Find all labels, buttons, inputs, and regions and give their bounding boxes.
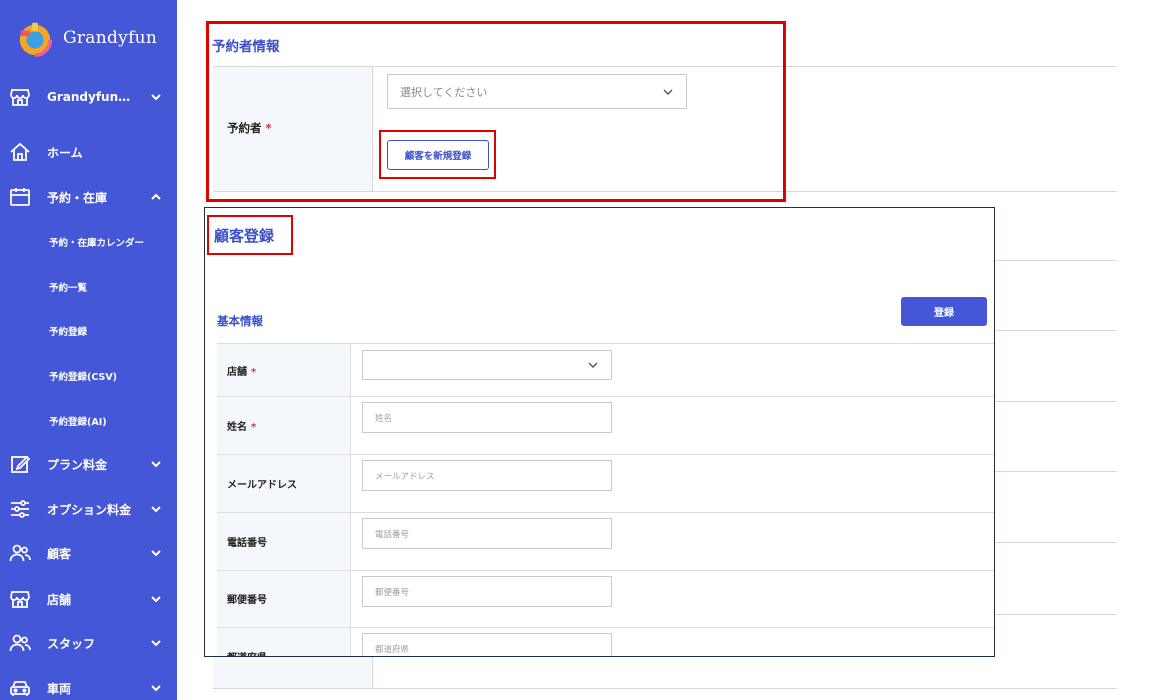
users-icon: [9, 632, 31, 654]
divider: [995, 330, 1117, 331]
sidebar-item-label: 店舗: [47, 592, 72, 607]
email-field-label: メールアドレス: [227, 480, 297, 491]
divider: [350, 344, 351, 656]
sidebar-item-label: オプション料金: [47, 502, 132, 517]
phone-field-label: 電話番号: [227, 538, 267, 549]
brand[interactable]: Grandyfun: [16, 18, 157, 58]
chevron-down-icon: [588, 362, 598, 368]
basic-info-title: 基本情報: [217, 314, 263, 328]
chevron-down-icon: [151, 596, 161, 603]
phone-input[interactable]: 電話番号: [362, 518, 612, 549]
customer-register-modal: 顧客登録 基本情報 登録 店舗 * 姓名 * 姓名 メールアドレス メールアドレス …: [204, 207, 995, 657]
sidebar-subitem-reservation-list[interactable]: 予約一覧: [49, 280, 87, 294]
sidebar-item-label: 車両: [47, 681, 72, 696]
sidebar-item-label: 顧客: [47, 546, 72, 561]
sliders-icon: [9, 498, 31, 520]
email-input[interactable]: メールアドレス: [362, 460, 612, 491]
divider: [217, 396, 994, 397]
chevron-down-icon: [151, 94, 161, 101]
divider: [995, 401, 1117, 402]
calendar-icon: [9, 186, 31, 208]
chevron-down-icon: [151, 461, 161, 468]
prefecture-input[interactable]: 都道府県: [362, 633, 612, 656]
store-icon: [9, 588, 31, 610]
field-label-text: 店舗: [227, 367, 247, 378]
name-placeholder: 姓名: [375, 414, 393, 424]
email-placeholder: メールアドレス: [375, 472, 435, 482]
divider: [217, 454, 994, 455]
divider: [995, 542, 1117, 543]
highlight-box: [207, 215, 293, 255]
sidebar-item-label: 予約・在庫: [47, 190, 108, 205]
divider: [213, 688, 1117, 689]
sidebar-item-label: Grandyfun…: [47, 90, 131, 104]
field-label-text: 姓名: [227, 422, 247, 433]
edit-icon: [9, 453, 31, 475]
sidebar-item-customers[interactable]: 顧客: [0, 538, 177, 568]
store-select[interactable]: [362, 350, 612, 380]
sidebar-item-option-price[interactable]: オプション料金: [0, 494, 177, 524]
register-button[interactable]: 登録: [901, 297, 987, 326]
divider: [217, 512, 994, 513]
brand-name: Grandyfun: [63, 28, 158, 48]
phone-placeholder: 電話番号: [375, 530, 410, 540]
required-mark: *: [251, 367, 257, 378]
required-mark: *: [251, 422, 257, 433]
label-cell: [213, 657, 372, 688]
home-icon: [9, 141, 31, 163]
postal-code-placeholder: 郵便番号: [375, 588, 410, 598]
sidebar-subitem-reservation-register-csv[interactable]: 予約登録(CSV): [49, 369, 117, 383]
chevron-down-icon: [151, 640, 161, 647]
sidebar-item-stores[interactable]: 店舗: [0, 584, 177, 614]
divider: [217, 627, 994, 628]
sidebar-item-label: スタッフ: [47, 636, 96, 651]
divider: [372, 657, 373, 688]
sidebar-item-staff[interactable]: スタッフ: [0, 628, 177, 658]
divider: [995, 614, 1117, 615]
sidebar-subitem-reservation-register[interactable]: 予約登録: [49, 324, 87, 338]
divider: [995, 260, 1117, 261]
store-icon: [9, 86, 31, 108]
sidebar-item-label: ホーム: [47, 145, 83, 160]
sidebar-subitem-reservation-register-ai[interactable]: 予約登録(AI): [49, 414, 107, 428]
sidebar-subitem-calendar[interactable]: 予約・在庫カレンダー: [49, 235, 144, 249]
postal-code-input[interactable]: 郵便番号: [362, 576, 612, 607]
car-icon: [9, 677, 31, 699]
grandyfun-logo-icon: [17, 22, 53, 57]
sidebar-item-plan-price[interactable]: プラン料金: [0, 449, 177, 479]
sidebar-item-reservation[interactable]: 予約・在庫: [0, 182, 177, 212]
sidebar-item-vehicles[interactable]: 車両: [0, 673, 177, 700]
users-icon: [9, 542, 31, 564]
chevron-down-icon: [151, 506, 161, 513]
chevron-down-icon: [151, 550, 161, 557]
label-cell: [217, 344, 350, 656]
divider: [217, 570, 994, 571]
prefecture-field-label: 都道府県: [227, 649, 267, 656]
chevron-up-icon: [151, 193, 161, 200]
divider: [995, 471, 1117, 472]
prefecture-placeholder: 都道府県: [375, 645, 410, 655]
sidebar: Grandyfun Grandyfun… ホーム 予約・在庫 予約・在庫カレンダ…: [0, 0, 177, 700]
sidebar-item-store-select[interactable]: Grandyfun…: [0, 82, 177, 112]
chevron-down-icon: [151, 685, 161, 692]
postal-code-field-label: 郵便番号: [227, 595, 267, 606]
sidebar-item-label: プラン料金: [47, 457, 108, 472]
highlight-box: [206, 21, 786, 202]
sidebar-item-home[interactable]: ホーム: [0, 137, 177, 167]
store-field-label: 店舗 *: [227, 363, 256, 378]
name-input[interactable]: 姓名: [362, 402, 612, 433]
name-field-label: 姓名 *: [227, 418, 256, 433]
